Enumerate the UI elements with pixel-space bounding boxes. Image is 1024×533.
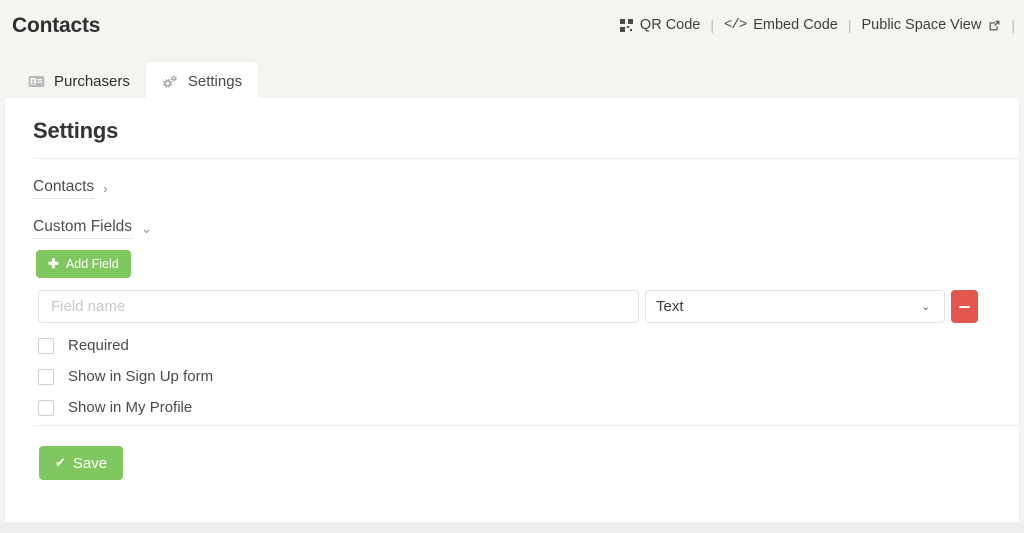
tab-purchasers-label: Purchasers (54, 72, 130, 90)
public-space-view-label: Public Space View (861, 17, 982, 33)
footer-divider (33, 425, 1019, 426)
settings-heading: Settings (33, 118, 119, 143)
checkbox-show-in-signup-label: Show in Sign Up form (68, 368, 214, 385)
page-footer-strip (0, 522, 1024, 533)
chevron-down-icon: ⌄ (141, 221, 152, 236)
field-options-list: Required Show in Sign Up form Show in My… (38, 330, 213, 423)
remove-field-button[interactable] (951, 290, 978, 323)
qr-code-link[interactable]: QR Code (611, 17, 709, 33)
tab-bar: Purchasers Settings (12, 60, 259, 100)
external-link-icon (989, 20, 1000, 30)
tab-purchasers[interactable]: Purchasers (12, 62, 146, 100)
save-button[interactable]: ✔ Save (39, 446, 124, 480)
minus-icon (959, 305, 970, 308)
header-actions: QR Code | </> Embed Code | Public Space … (611, 17, 1016, 33)
tab-settings[interactable]: Settings (145, 62, 259, 100)
checkbox-box[interactable] (38, 399, 54, 416)
checkbox-box[interactable] (38, 337, 54, 354)
qr-code-icon (619, 18, 633, 32)
chevron-right-icon: › (103, 181, 108, 196)
checkbox-show-in-my-profile-label: Show in My Profile (68, 399, 193, 416)
add-field-label: Add Field (65, 257, 119, 271)
section-contacts[interactable]: Contacts › (33, 178, 108, 199)
page-header: Contacts QR Code | </> Embed Code | Publ… (0, 0, 1024, 58)
embed-code-icon: </> (724, 17, 747, 33)
field-name-input[interactable] (38, 290, 639, 323)
plus-icon: ✚ (48, 256, 59, 271)
heading-divider (33, 158, 1019, 159)
section-custom-fields[interactable]: Custom Fields ⌄ (33, 218, 152, 239)
embed-code-label: Embed Code (753, 17, 838, 33)
add-field-button[interactable]: ✚ Add Field (36, 250, 131, 278)
tab-settings-label: Settings (187, 72, 243, 90)
id-card-icon (28, 75, 45, 87)
checkbox-required[interactable]: Required (38, 330, 213, 361)
check-icon: ✔ (55, 455, 66, 470)
header-separator: | (1011, 17, 1015, 33)
checkbox-required-label: Required (68, 337, 129, 354)
public-space-view-link[interactable]: Public Space View (853, 17, 1011, 33)
embed-code-link[interactable]: </> Embed Code (715, 17, 847, 33)
qr-code-label: QR Code (639, 17, 701, 33)
save-label: Save (72, 454, 108, 472)
settings-card: Settings Contacts › Custom Fields ⌄ ✚ Ad… (5, 98, 1019, 522)
cogs-icon (162, 75, 177, 88)
checkbox-show-in-signup[interactable]: Show in Sign Up form (38, 361, 213, 392)
section-custom-fields-label: Custom Fields (33, 218, 133, 239)
field-type-select[interactable]: Text (645, 290, 945, 323)
checkbox-show-in-my-profile[interactable]: Show in My Profile (38, 392, 213, 423)
custom-field-row: Text ⌄ (38, 290, 978, 323)
checkbox-box[interactable] (38, 368, 54, 385)
section-contacts-label: Contacts (33, 178, 95, 199)
page-title: Contacts (12, 14, 101, 37)
app-root: Contacts QR Code | </> Embed Code | Publ… (0, 0, 1024, 533)
